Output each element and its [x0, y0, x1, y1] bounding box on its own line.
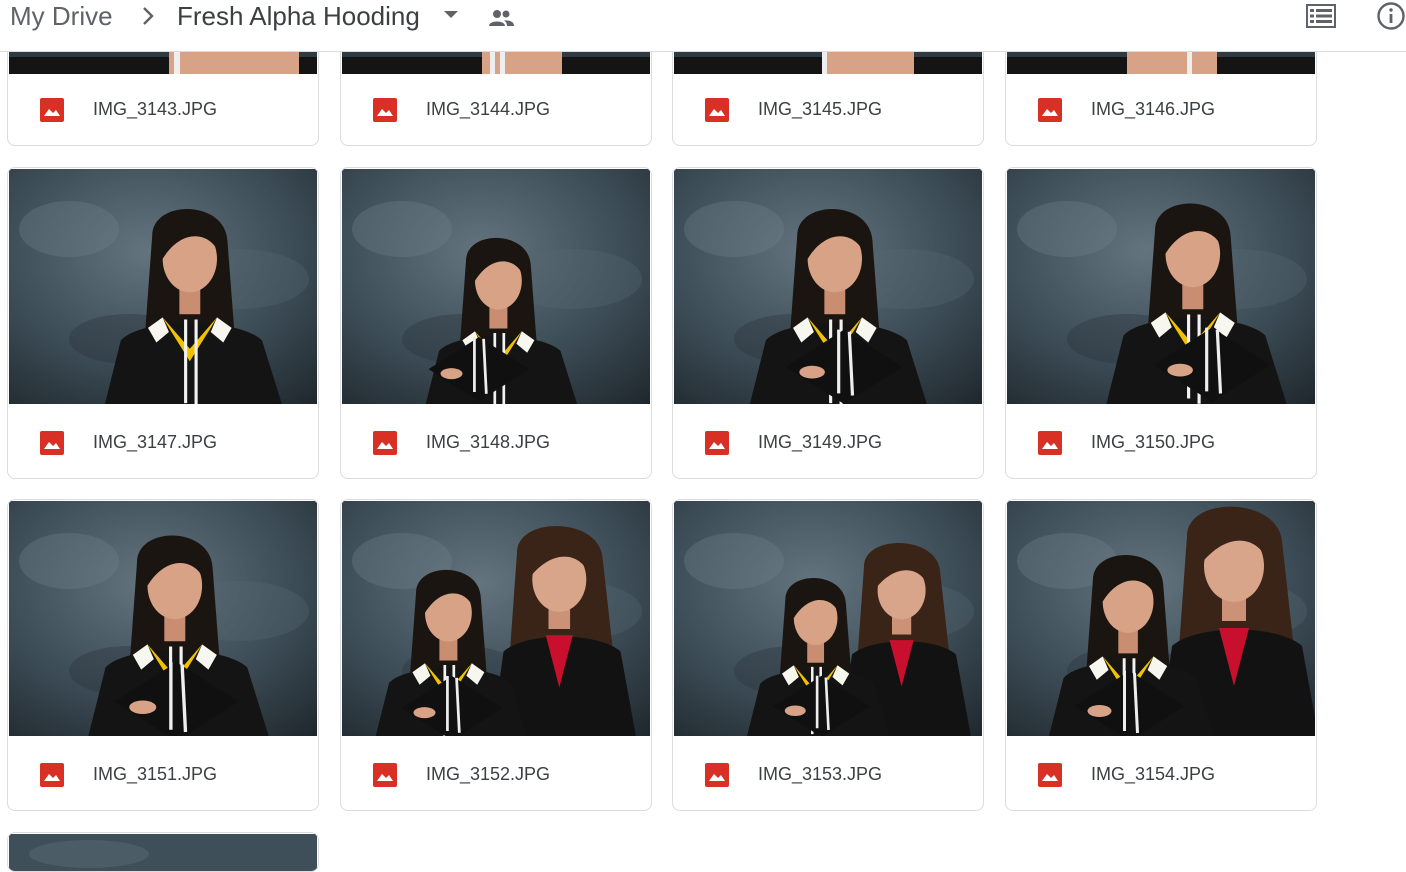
file-card[interactable]: IMG_3154.JPG: [1005, 499, 1317, 811]
file-card[interactable]: IMG_3152.JPG: [340, 499, 652, 811]
file-card[interactable]: IMG_3151.JPG: [7, 499, 319, 811]
file-name: IMG_3151.JPG: [93, 764, 218, 784]
file-name: IMG_3148.JPG: [426, 432, 551, 452]
file-name: IMG_3143.JPG: [93, 99, 218, 119]
file-row: IMG_3147.JPG: [8, 406, 318, 478]
chevron-right-icon: [143, 7, 154, 25]
file-thumbnail: [9, 834, 317, 871]
shared-people-icon[interactable]: [487, 8, 515, 28]
breadcrumb-current-folder[interactable]: Fresh Alpha Hooding: [177, 0, 420, 32]
breadcrumb-header: My Drive Fresh Alpha Hooding: [0, 0, 1406, 52]
file-card[interactable]: IMG_3153.JPG: [672, 499, 984, 811]
caret-down-icon[interactable]: [442, 9, 460, 21]
file-row: IMG_3145.JPG: [673, 73, 983, 145]
file-name: IMG_3149.JPG: [758, 432, 883, 452]
image-file-icon: [705, 431, 729, 455]
image-file-icon: [373, 431, 397, 455]
file-card[interactable]: IMG_3150.JPG: [1005, 167, 1317, 479]
file-row: IMG_3151.JPG: [8, 738, 318, 810]
image-file-icon: [373, 98, 397, 122]
image-file-icon: [1038, 431, 1062, 455]
list-view-icon[interactable]: [1306, 3, 1336, 29]
file-thumbnail: [674, 169, 982, 404]
breadcrumb-my-drive[interactable]: My Drive: [10, 0, 113, 32]
file-thumbnail: [1007, 169, 1315, 404]
file-row: IMG_3144.JPG: [341, 73, 651, 145]
file-name: IMG_3146.JPG: [1091, 99, 1216, 119]
file-row: IMG_3154.JPG: [1006, 738, 1316, 810]
file-card[interactable]: IMG_3149.JPG: [672, 167, 984, 479]
file-row: IMG_3153.JPG: [673, 738, 983, 810]
file-thumbnail: [9, 169, 317, 404]
image-file-icon: [40, 431, 64, 455]
file-row: IMG_3146.JPG: [1006, 73, 1316, 145]
file-card[interactable]: [7, 832, 319, 872]
image-file-icon: [1038, 763, 1062, 787]
file-row: IMG_3143.JPG: [8, 73, 318, 145]
image-file-icon: [40, 763, 64, 787]
file-card[interactable]: IMG_3147.JPG: [7, 167, 319, 479]
file-name: IMG_3145.JPG: [758, 99, 883, 119]
image-file-icon: [40, 98, 64, 122]
file-name: IMG_3152.JPG: [426, 764, 551, 784]
image-file-icon: [705, 763, 729, 787]
info-icon[interactable]: [1376, 1, 1406, 31]
image-file-icon: [373, 763, 397, 787]
file-thumbnail: [342, 501, 650, 736]
file-name: IMG_3147.JPG: [93, 432, 218, 452]
file-row: IMG_3149.JPG: [673, 406, 983, 478]
file-thumbnail: [674, 501, 982, 736]
file-thumbnail: [1007, 501, 1315, 736]
file-thumbnail: [342, 169, 650, 404]
image-file-icon: [705, 98, 729, 122]
file-card[interactable]: IMG_3148.JPG: [340, 167, 652, 479]
file-thumbnail: [9, 501, 317, 736]
image-file-icon: [1038, 98, 1062, 122]
file-name: IMG_3154.JPG: [1091, 764, 1216, 784]
file-name: IMG_3153.JPG: [758, 764, 883, 784]
file-name: IMG_3150.JPG: [1091, 432, 1216, 452]
file-row: IMG_3150.JPG: [1006, 406, 1316, 478]
file-row: IMG_3152.JPG: [341, 738, 651, 810]
file-name: IMG_3144.JPG: [426, 99, 551, 119]
file-row: IMG_3148.JPG: [341, 406, 651, 478]
